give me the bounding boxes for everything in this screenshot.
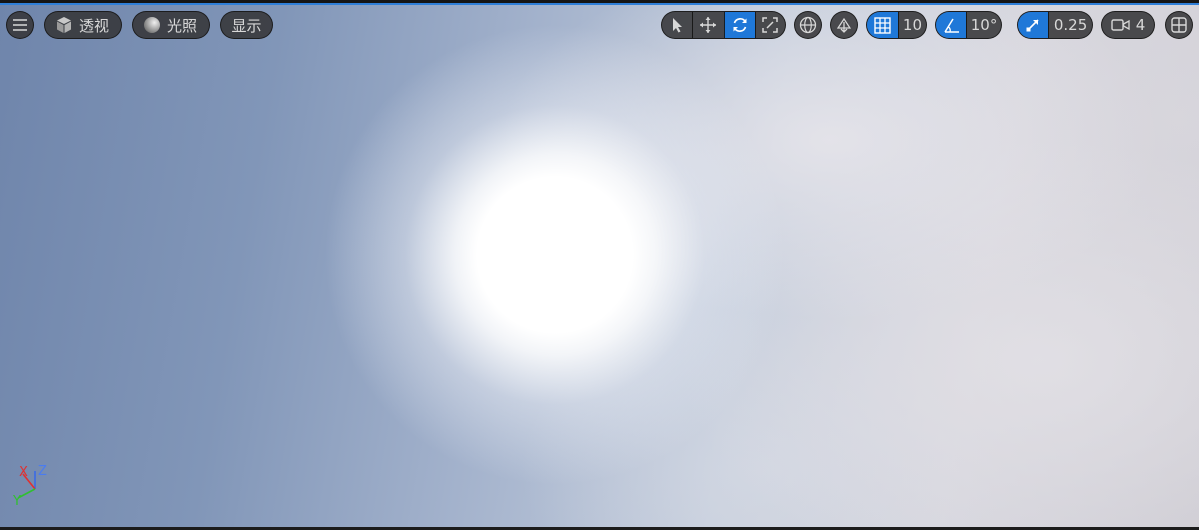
rotation-snap-toggle[interactable] (936, 12, 967, 38)
lighting-label: 光照 (167, 16, 198, 35)
scale-icon (762, 17, 779, 33)
sphere-icon (143, 16, 161, 34)
camera-icon (1111, 18, 1130, 32)
grid-snap-group: 10 (866, 11, 927, 39)
show-flags-button[interactable]: 显示 (220, 11, 273, 39)
move-icon (699, 16, 717, 34)
show-label: 显示 (231, 16, 262, 35)
axis-y-label: Y (13, 494, 21, 509)
rotate-icon (731, 16, 749, 34)
viewport-focus-border (0, 0, 1199, 5)
axis-x-label: X (19, 465, 28, 480)
surface-snap-icon (835, 16, 853, 34)
grid-icon (874, 16, 891, 34)
viewport-menu-button[interactable] (6, 11, 34, 39)
rotation-snap-value: 10° (970, 16, 998, 34)
viewport-layout-button[interactable] (1165, 11, 1193, 39)
camera-speed-button[interactable]: 4 (1101, 11, 1155, 39)
globe-icon (799, 16, 817, 34)
move-tool-button[interactable] (692, 12, 723, 38)
cube-icon (55, 16, 73, 34)
camera-speed-value: 4 (1135, 16, 1146, 34)
transform-tools-group (661, 11, 786, 39)
view-mode-label: 透视 (79, 16, 110, 35)
rotate-tool-button[interactable] (723, 12, 755, 38)
axis-z-label: Z (38, 464, 47, 479)
coordinate-space-button[interactable] (794, 11, 822, 39)
scale-snap-value-button[interactable]: 0.25 (1048, 12, 1092, 38)
scale-snap-icon (1025, 17, 1041, 33)
view-lighting-button[interactable]: 光照 (132, 11, 210, 39)
grid-snap-value-button[interactable]: 10 (897, 12, 926, 38)
viewport-layout-icon (1171, 17, 1187, 33)
select-arrow-icon (670, 17, 684, 33)
scale-snap-value: 0.25 (1053, 16, 1088, 34)
grid-snap-value: 10 (902, 16, 923, 34)
scale-snap-toggle[interactable] (1018, 12, 1049, 38)
axis-indicator: X Z Y (10, 460, 54, 510)
rotation-snap-group: 10° (935, 11, 1002, 39)
grid-snap-toggle[interactable] (867, 12, 898, 38)
select-tool-button[interactable] (662, 12, 692, 38)
hamburger-menu-icon (13, 19, 27, 31)
rotation-snap-value-button[interactable]: 10° (966, 12, 1001, 38)
surface-snap-button[interactable] (830, 11, 858, 39)
angle-icon (943, 17, 960, 34)
scale-tool-button[interactable] (754, 12, 785, 38)
level-viewport[interactable] (0, 0, 1199, 530)
scale-snap-group: 0.25 (1017, 11, 1093, 39)
view-mode-button[interactable]: 透视 (44, 11, 122, 39)
